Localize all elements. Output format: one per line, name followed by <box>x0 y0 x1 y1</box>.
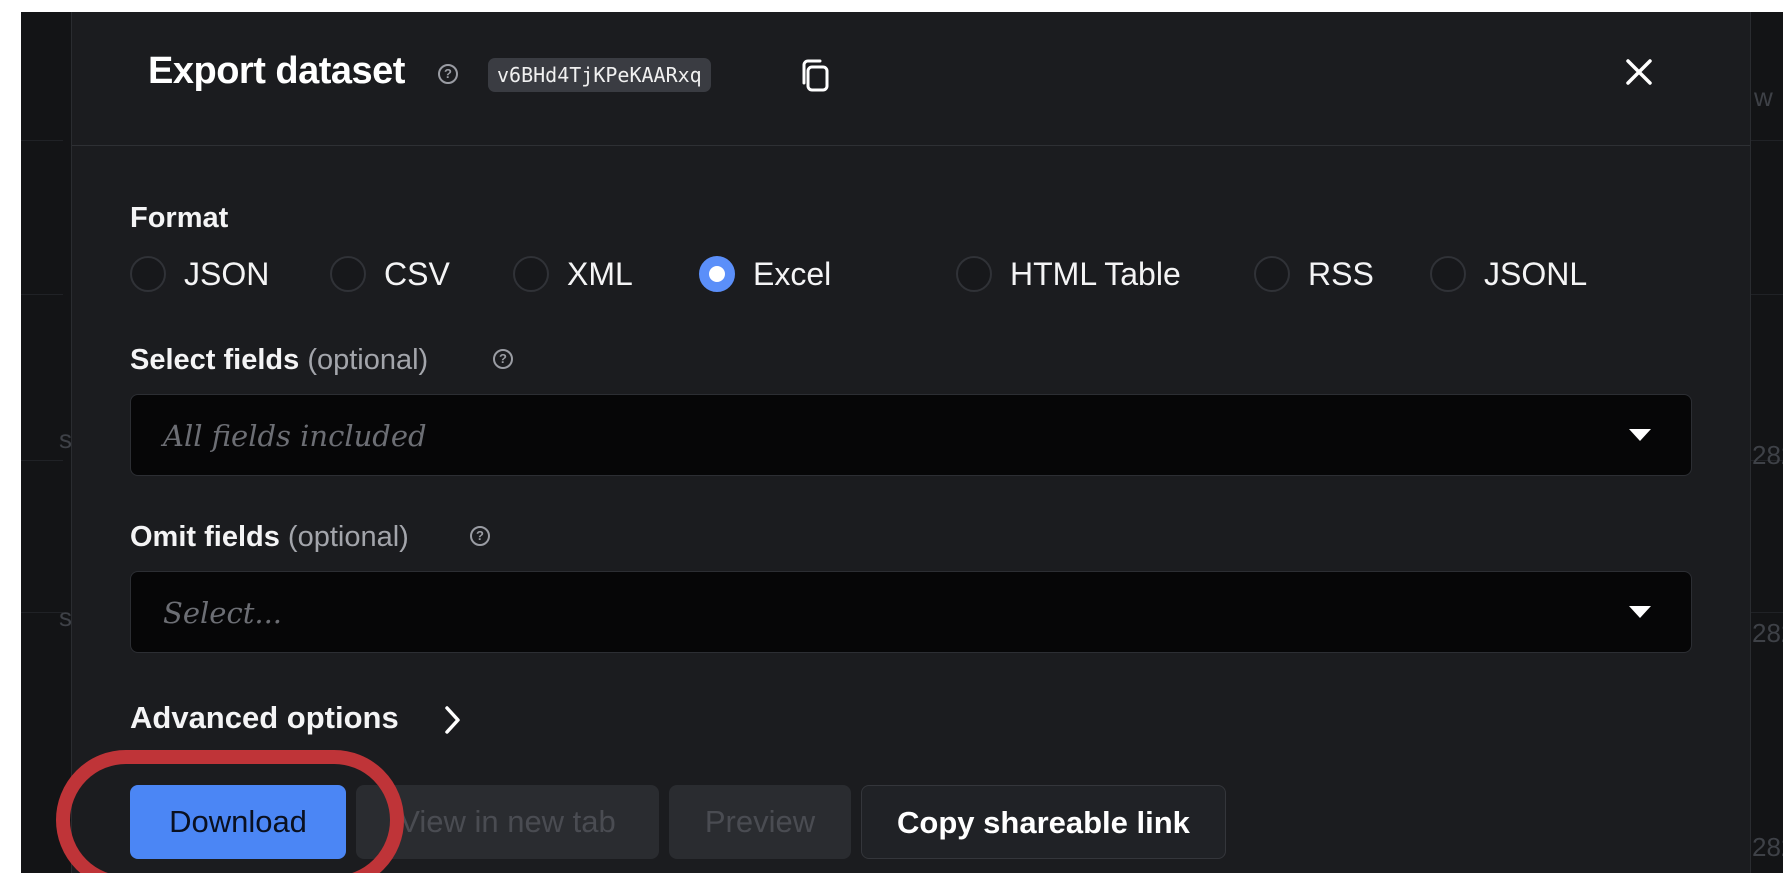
radio-circle-selected[interactable] <box>699 256 735 292</box>
format-option-label: JSON <box>184 256 270 292</box>
view-in-new-tab-button[interactable]: View in new tab <box>356 785 659 859</box>
advanced-options-label: Advanced options <box>130 700 399 735</box>
omit-fields-placeholder: Select... <box>163 596 283 630</box>
background-divider <box>1751 294 1783 295</box>
select-fields-placeholder: All fields included <box>163 419 427 453</box>
format-radio-group: JSON CSV XML Excel HTML Table RSS JSONL <box>130 252 1630 296</box>
background-text: 282 <box>1752 832 1783 862</box>
background-text: w <box>1754 82 1773 112</box>
background-text: 282 <box>1752 440 1783 470</box>
format-option-label: JSONL <box>1484 256 1588 292</box>
background-text: 282 <box>1752 618 1783 648</box>
radio-circle[interactable] <box>1430 256 1466 292</box>
background-divider <box>1751 140 1783 141</box>
select-fields-dropdown[interactable]: All fields included <box>130 394 1692 476</box>
background-divider <box>1751 612 1783 613</box>
format-option-label: XML <box>567 256 633 292</box>
background-divider <box>21 460 63 461</box>
preview-button[interactable]: Preview <box>669 785 851 859</box>
omit-fields-label: Omit fields (optional) <box>130 521 409 554</box>
format-option-label: CSV <box>384 256 450 292</box>
radio-circle[interactable] <box>130 256 166 292</box>
chevron-right-icon <box>445 706 460 734</box>
format-label: Format <box>130 202 229 234</box>
copy-shareable-link-button[interactable]: Copy shareable link <box>861 785 1226 859</box>
radio-circle[interactable] <box>330 256 366 292</box>
radio-circle[interactable] <box>513 256 549 292</box>
omit-fields-title: Omit fields <box>130 521 280 553</box>
format-option-label: HTML Table <box>1010 256 1181 292</box>
question-circle-icon[interactable]: ? <box>438 64 458 84</box>
optional-hint: (optional) <box>287 521 409 553</box>
optional-hint: (optional) <box>307 344 429 376</box>
select-fields-title: Select fields <box>130 344 300 376</box>
background-divider <box>21 140 63 141</box>
select-fields-label: Select fields (optional) <box>130 344 428 377</box>
caret-down-icon <box>1629 606 1651 618</box>
dialog-header: Export dataset ? v6BHd4TjKPeKAARxq <box>72 12 1750 146</box>
close-icon[interactable] <box>1619 52 1659 92</box>
dataset-id-badge: v6BHd4TjKPeKAARxq <box>488 58 711 92</box>
dialog-title: Export dataset <box>148 50 405 92</box>
export-dataset-dialog: Export dataset ? v6BHd4TjKPeKAARxq Forma… <box>71 12 1751 873</box>
omit-fields-dropdown[interactable]: Select... <box>130 571 1692 653</box>
download-button[interactable]: Download <box>130 785 346 859</box>
caret-down-icon <box>1629 429 1651 441</box>
question-circle-icon[interactable]: ? <box>470 526 490 546</box>
copy-icon[interactable] <box>796 56 836 96</box>
question-circle-icon[interactable]: ? <box>493 349 513 369</box>
radio-circle[interactable] <box>1254 256 1290 292</box>
background-divider <box>21 294 63 295</box>
background-divider <box>21 612 63 613</box>
format-option-label: RSS <box>1308 256 1374 292</box>
radio-circle[interactable] <box>956 256 992 292</box>
format-option-label: Excel <box>753 256 832 292</box>
